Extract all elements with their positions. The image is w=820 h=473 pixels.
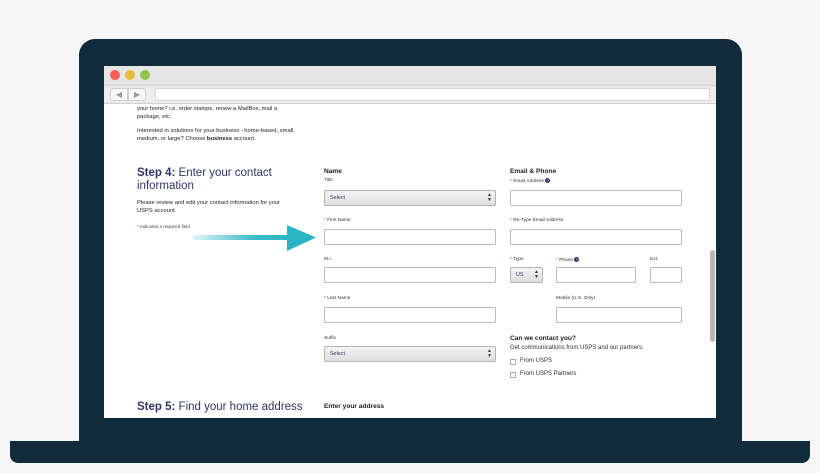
- close-window-button[interactable]: [110, 70, 120, 80]
- select-caret-icon: ▲ ▼: [487, 348, 492, 359]
- intro-text-line1: your home? i.e. order stamps, renew a Ma…: [137, 106, 278, 112]
- chevron-right-icon: ▶: [133, 90, 141, 99]
- phone-type-label-text: Type: [513, 257, 524, 262]
- address-heading: Enter your address: [324, 403, 385, 410]
- from-usps-partners-checkbox[interactable]: [510, 372, 516, 378]
- intro-text-line2: package, etc.: [137, 114, 172, 120]
- chevron-left-icon: ◀: [115, 90, 123, 99]
- mobile-input[interactable]: [556, 307, 682, 323]
- step5-prefix: Step 5:: [137, 401, 176, 413]
- suffix-select-value: Select: [330, 351, 345, 357]
- title-select-value: Select: [330, 195, 345, 201]
- retype-email-label-text: Re-Type Email Address: [513, 218, 564, 223]
- info-icon[interactable]: ?: [574, 257, 580, 262]
- back-button[interactable]: ◀: [110, 88, 128, 101]
- required-asterisk: *: [324, 296, 326, 301]
- select-caret-icon: ▲ ▼: [534, 269, 539, 280]
- required-asterisk: *: [510, 257, 512, 262]
- browser-toolbar: ◀ ▶: [104, 86, 716, 104]
- laptop-base: [10, 441, 810, 463]
- required-asterisk: *: [510, 218, 512, 223]
- contact-heading: Can we contact you?: [510, 335, 576, 342]
- intro-text-after: account.: [232, 136, 256, 142]
- phone-type-label: * Type: [510, 257, 524, 262]
- step4-description-line1: Please review and edit your contact info…: [137, 200, 281, 206]
- email-input[interactable]: [510, 190, 682, 206]
- step4-title-line1: Enter your contact: [175, 167, 272, 179]
- title-select[interactable]: Select ▲ ▼: [324, 190, 496, 206]
- scrollbar-thumb[interactable]: [710, 250, 715, 342]
- select-caret-icon: ▲ ▼: [487, 192, 492, 203]
- zoom-window-button[interactable]: [140, 70, 150, 80]
- last-name-input[interactable]: [324, 307, 496, 323]
- title-label: Title: [324, 178, 333, 183]
- step5-title: Step 5: Find your home address: [137, 401, 303, 413]
- required-asterisk: *: [324, 218, 326, 223]
- pointer-arrow-icon: [193, 225, 316, 251]
- first-name-input[interactable]: [324, 229, 496, 245]
- intro-text-bold: business: [206, 136, 233, 142]
- step4-title: Step 4: Enter your contact: [137, 167, 272, 179]
- step4-title-line2: information: [137, 180, 194, 192]
- phone-type-select[interactable]: US ▲ ▼: [510, 267, 543, 283]
- intro-text-line3: Interested in solutions for your busines…: [137, 128, 295, 134]
- required-field-note: * indicates a required field: [137, 224, 190, 229]
- required-asterisk: *: [556, 257, 558, 263]
- phone-type-value: US: [516, 272, 524, 278]
- step4-prefix: Step 4:: [137, 167, 176, 179]
- retype-email-label: * Re-Type Email Address: [510, 218, 563, 223]
- intro-text-before: medium, or large? Choose: [137, 136, 207, 142]
- phone-input[interactable]: [556, 267, 636, 283]
- forward-button[interactable]: ▶: [128, 88, 146, 101]
- last-name-label: * Last Name: [324, 296, 350, 301]
- address-bar[interactable]: [155, 88, 710, 101]
- browser-titlebar: [104, 66, 716, 86]
- retype-email-input[interactable]: [510, 229, 682, 245]
- page-content: your home? i.e. order stamps, renew a Ma…: [104, 104, 716, 418]
- email-phone-heading: Email & Phone: [510, 168, 557, 175]
- email-label-text: Email Address: [513, 178, 544, 184]
- mobile-label: Mobile (U.S. Only): [556, 296, 596, 301]
- suffix-select[interactable]: Select ▲ ▼: [324, 346, 496, 362]
- last-name-label-text: Last Name: [327, 296, 351, 301]
- email-label: * Email Address ?: [510, 178, 551, 184]
- info-icon[interactable]: ?: [545, 178, 551, 183]
- required-asterisk: *: [510, 178, 512, 184]
- minimize-window-button[interactable]: [125, 70, 135, 80]
- from-usps-label[interactable]: From USPS: [520, 358, 552, 364]
- step5-title-text: Find your home address: [175, 401, 303, 413]
- phone-label-text: Phone: [559, 257, 574, 263]
- laptop-illustration: ◀ ▶ your home? i.e. order stamps, renew …: [0, 0, 820, 473]
- step4-description-line2: USPS account: [137, 208, 175, 214]
- first-name-label-text: First Name: [327, 218, 351, 223]
- required-note-text: indicates a required field: [138, 224, 190, 229]
- intro-text-line4: medium, or large? Choose business accoun…: [137, 135, 256, 143]
- mi-input[interactable]: [324, 267, 496, 283]
- first-name-label: * First Name: [324, 218, 351, 223]
- from-usps-partners-label[interactable]: From USPS Partners: [520, 371, 576, 377]
- ext-label: Ext.: [650, 257, 659, 262]
- name-heading: Name: [324, 168, 342, 175]
- phone-label: * Phone ?: [556, 257, 580, 263]
- suffix-label: Suffix: [324, 336, 336, 341]
- from-usps-checkbox[interactable]: [510, 359, 516, 365]
- ext-input[interactable]: [650, 267, 682, 283]
- contact-subtext: Get communications from USPS and our par…: [510, 345, 644, 351]
- mi-label: M.I.: [324, 257, 332, 262]
